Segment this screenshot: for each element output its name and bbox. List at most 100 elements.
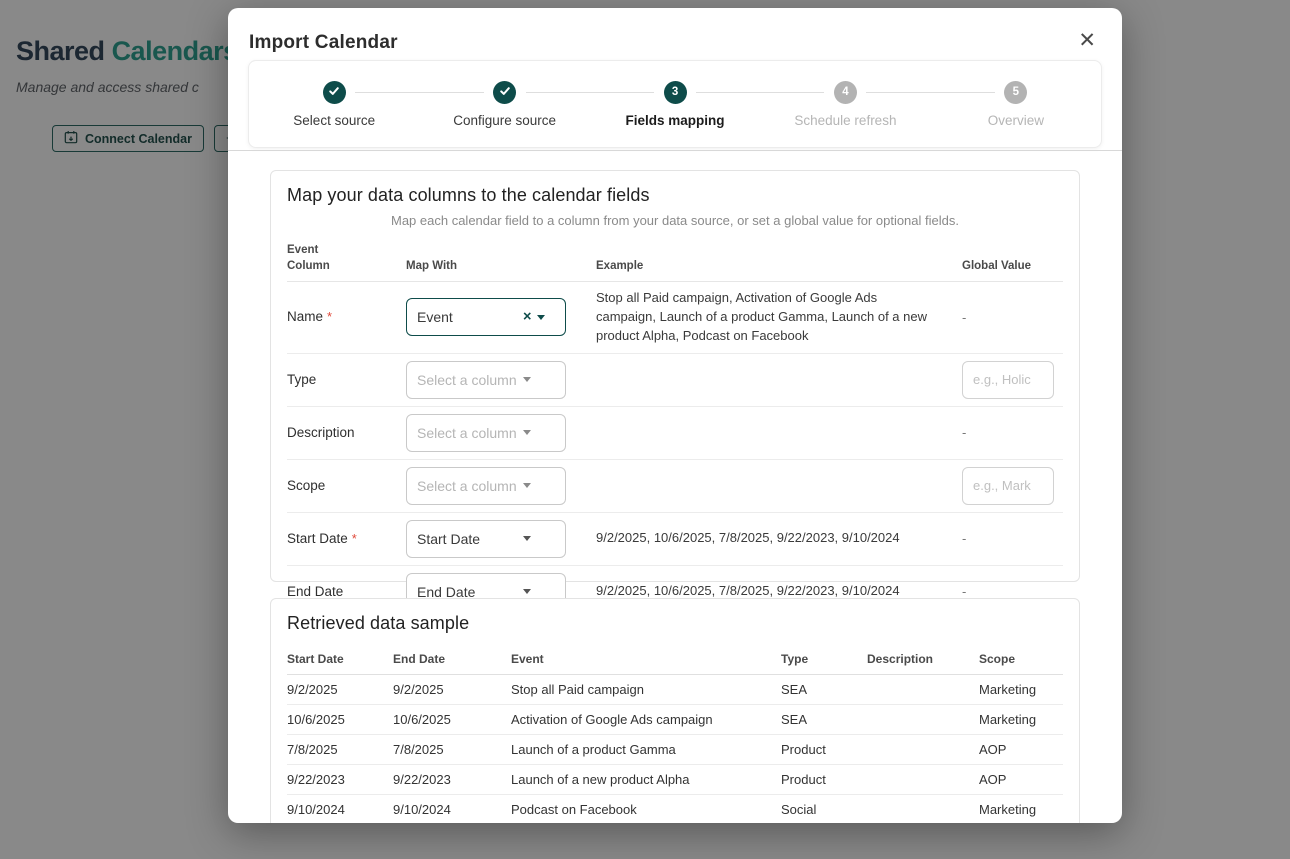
- cell-scope: Marketing: [979, 802, 1063, 817]
- step-number: 3: [672, 86, 678, 98]
- cell-end-date: 9/10/2024: [393, 802, 511, 817]
- chevron-down-icon: [523, 430, 531, 435]
- field-label: Type: [287, 370, 359, 390]
- field-label: Name*: [287, 307, 359, 327]
- cell-end-date: 10/6/2025: [393, 712, 511, 727]
- step-select-source[interactable]: Select source: [249, 81, 419, 128]
- close-icon[interactable]: ✕: [1078, 30, 1096, 51]
- global-value: -: [962, 531, 1063, 546]
- map-with-select-name[interactable]: Event ×: [406, 298, 566, 336]
- column-header-end-date: End Date: [393, 652, 511, 666]
- step-label: Configure source: [453, 113, 556, 128]
- global-value: -: [962, 310, 1063, 325]
- cell-event: Activation of Google Ads campaign: [511, 712, 781, 727]
- header-divider: [228, 150, 1122, 151]
- step-circle: 3: [664, 81, 687, 104]
- cell-type: Social: [781, 802, 867, 817]
- global-value-input-scope[interactable]: [962, 467, 1054, 505]
- map-with-select-scope[interactable]: Select a column: [406, 467, 566, 505]
- cell-scope: AOP: [979, 772, 1063, 787]
- chevron-down-icon: [523, 377, 531, 382]
- cell-event: Launch of a product Gamma: [511, 742, 781, 757]
- column-header-event-column: Event Column: [287, 242, 339, 274]
- required-marker: *: [327, 309, 332, 324]
- global-value: -: [962, 425, 1063, 440]
- step-circle: 4: [834, 81, 857, 104]
- cell-scope: Marketing: [979, 682, 1063, 697]
- step-number: 5: [1013, 86, 1019, 98]
- sample-table-header: Start Date End Date Event Type Descripti…: [287, 652, 1063, 675]
- column-header-scope: Scope: [979, 652, 1063, 666]
- fields-mapping-card: Map your data columns to the calendar fi…: [270, 170, 1080, 582]
- mapping-row-name: Name* Event × Stop all Paid campaign, Ac…: [287, 282, 1063, 354]
- map-with-select-type[interactable]: Select a column: [406, 361, 566, 399]
- mapping-row-scope: Scope Select a column: [287, 460, 1063, 513]
- step-overview[interactable]: 5 Overview: [931, 81, 1101, 128]
- mapping-subtitle: Map each calendar field to a column from…: [287, 213, 1063, 228]
- mapping-row-start-date: Start Date* Start Date 9/2/2025, 10/6/20…: [287, 513, 1063, 566]
- cell-type: SEA: [781, 682, 867, 697]
- check-icon: [328, 85, 340, 100]
- required-marker: *: [352, 531, 357, 546]
- mapping-title: Map your data columns to the calendar fi…: [287, 185, 1063, 206]
- cell-start-date: 10/6/2025: [287, 712, 393, 727]
- map-with-select-description[interactable]: Select a column: [406, 414, 566, 452]
- step-configure-source[interactable]: Configure source: [419, 81, 589, 128]
- cell-start-date: 9/22/2023: [287, 772, 393, 787]
- cell-type: Product: [781, 742, 867, 757]
- field-label: Start Date*: [287, 529, 359, 549]
- step-label: Fields mapping: [626, 113, 725, 128]
- chevron-down-icon: [523, 536, 531, 541]
- select-placeholder: Select a column: [417, 372, 517, 388]
- mapping-row-type: Type Select a column: [287, 354, 1063, 407]
- cell-event: Stop all Paid campaign: [511, 682, 781, 697]
- table-row: 10/6/2025 10/6/2025 Activation of Google…: [287, 705, 1063, 735]
- mapping-table-header: Event Column Map With Example Global Val…: [287, 242, 1063, 282]
- cell-event: Podcast on Facebook: [511, 802, 781, 817]
- step-fields-mapping[interactable]: 3 Fields mapping: [590, 81, 760, 128]
- map-with-select-start-date[interactable]: Start Date: [406, 520, 566, 558]
- step-circle: [323, 81, 346, 104]
- example-text: 9/2/2025, 10/6/2025, 7/8/2025, 9/22/2023…: [596, 529, 962, 548]
- cell-start-date: 9/10/2024: [287, 802, 393, 817]
- field-label: Scope: [287, 476, 359, 496]
- wizard-stepper: Select source Configure source 3 Fields …: [248, 60, 1102, 148]
- global-value-input-type[interactable]: [962, 361, 1054, 399]
- cell-event: Launch of a new product Alpha: [511, 772, 781, 787]
- column-header-example: Example: [596, 258, 962, 274]
- import-calendar-modal: Import Calendar ✕ Select source Configur…: [228, 8, 1122, 823]
- step-label: Overview: [988, 113, 1044, 128]
- sample-title: Retrieved data sample: [287, 613, 1063, 634]
- retrieved-data-sample-card: Retrieved data sample Start Date End Dat…: [270, 598, 1080, 823]
- cell-start-date: 7/8/2025: [287, 742, 393, 757]
- column-header-event: Event: [511, 652, 781, 666]
- cell-end-date: 9/22/2023: [393, 772, 511, 787]
- cell-start-date: 9/2/2025: [287, 682, 393, 697]
- chevron-down-icon: [523, 589, 531, 594]
- chevron-down-icon: [537, 315, 545, 320]
- column-header-start-date: Start Date: [287, 652, 393, 666]
- select-value: Event: [417, 309, 517, 325]
- cell-scope: AOP: [979, 742, 1063, 757]
- cell-type: SEA: [781, 712, 867, 727]
- step-circle: 5: [1004, 81, 1027, 104]
- step-number: 4: [842, 86, 848, 98]
- step-label: Select source: [293, 113, 375, 128]
- cell-end-date: 7/8/2025: [393, 742, 511, 757]
- select-value: Start Date: [417, 531, 517, 547]
- cell-scope: Marketing: [979, 712, 1063, 727]
- step-schedule-refresh[interactable]: 4 Schedule refresh: [760, 81, 930, 128]
- table-row: 9/10/2024 9/10/2024 Podcast on Facebook …: [287, 795, 1063, 823]
- select-placeholder: Select a column: [417, 478, 517, 494]
- modal-title: Import Calendar: [249, 32, 398, 54]
- clear-icon[interactable]: ×: [523, 309, 531, 325]
- check-icon: [499, 85, 511, 100]
- field-label: Description: [287, 423, 359, 443]
- table-row: 7/8/2025 7/8/2025 Launch of a product Ga…: [287, 735, 1063, 765]
- cell-end-date: 9/2/2025: [393, 682, 511, 697]
- example-text: Stop all Paid campaign, Activation of Go…: [596, 289, 962, 346]
- chevron-down-icon: [523, 483, 531, 488]
- column-header-global-value: Global Value: [962, 258, 1063, 274]
- global-value: -: [962, 584, 1063, 599]
- step-circle: [493, 81, 516, 104]
